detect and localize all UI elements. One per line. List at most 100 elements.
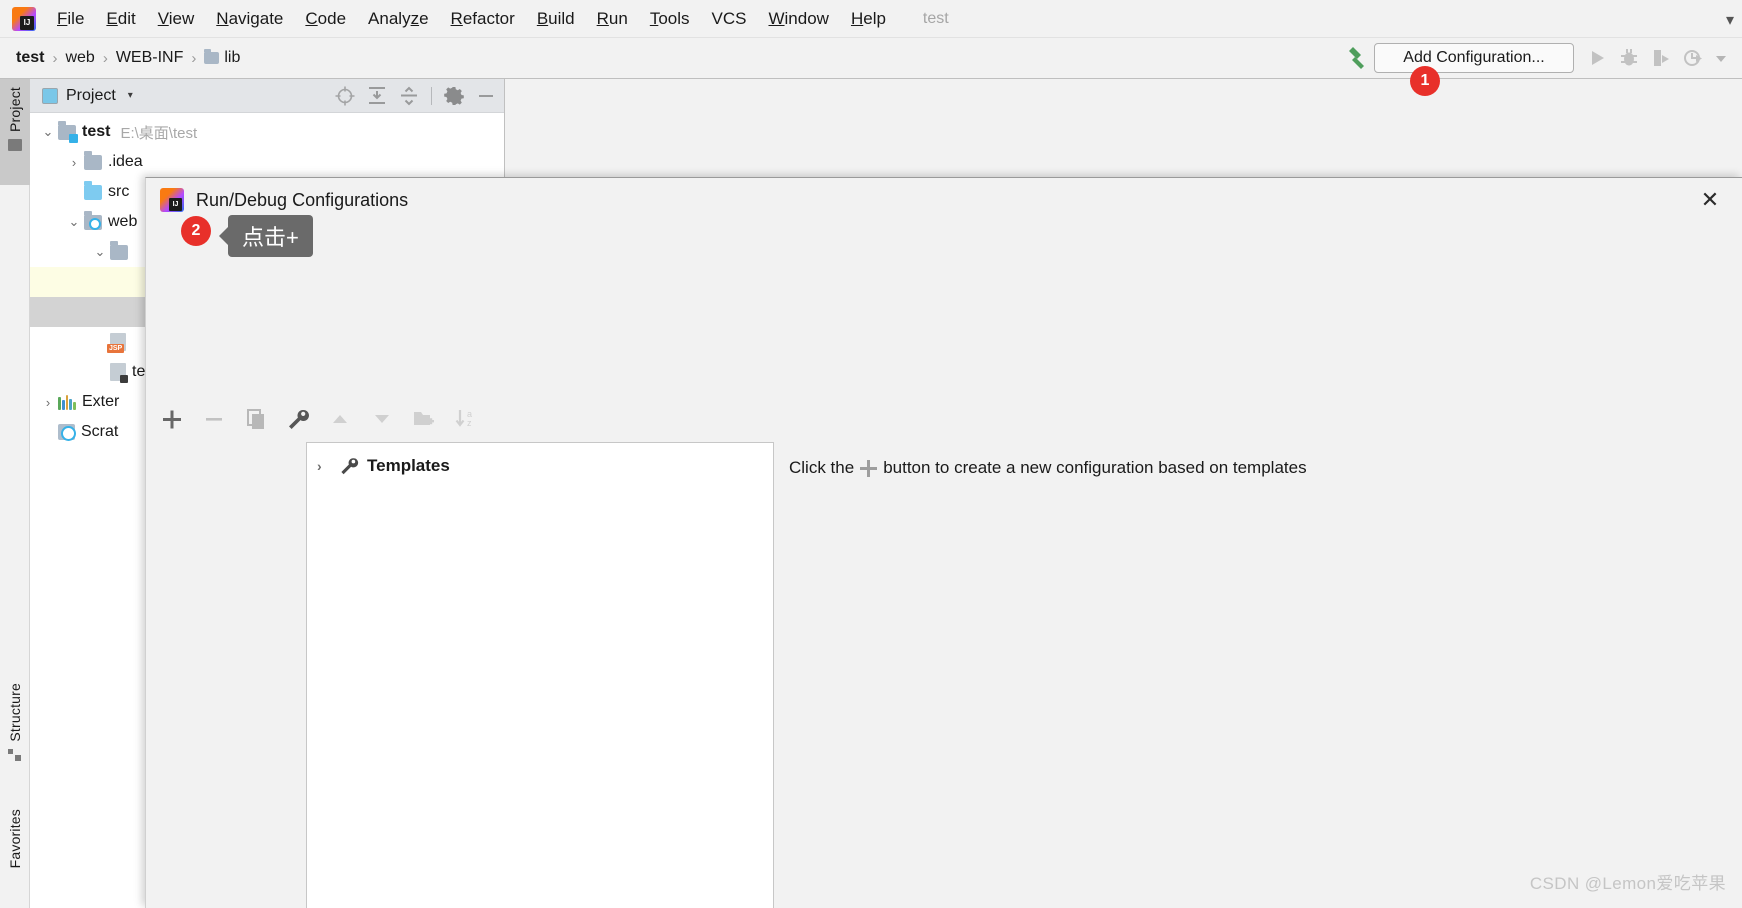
project-icon [8,138,22,151]
web-resource-icon [84,210,102,230]
navigation-bar: test › web › WEB-INF › lib Add Configuration..… [0,38,1742,79]
run-debug-configurations-dialog: Run/Debug Configurations ✕ [145,177,1742,908]
breadcrumb-item-lib[interactable]: lib [204,49,240,67]
tree-row[interactable]: ⌄ test E:\桌面\test [30,117,504,147]
edit-templates-icon[interactable] [286,407,310,431]
menu-item-tools[interactable]: Tools [639,7,701,31]
breadcrumb-separator: › [52,49,58,67]
configuration-details-panel: Click the button to create a new configu… [787,442,1742,908]
settings-gear-icon[interactable] [444,86,464,106]
tool-window-stripe-left: Project Structure Favorites [0,79,30,908]
run-with-coverage-icon[interactable] [1650,47,1672,69]
dialog-toolbar: a z [160,400,478,438]
debug-icon[interactable] [1618,47,1640,69]
configurations-tree-panel: › Templates [306,442,774,908]
tree-row[interactable]: › .idea [30,147,504,177]
remove-configuration-icon[interactable] [202,407,226,431]
project-panel-title[interactable]: Project ▾ [42,87,133,105]
scratches-icon [58,424,76,441]
folder-gray-icon [84,150,102,170]
annotation-badge-2: 2 [181,216,211,246]
toolbar-divider [431,86,432,105]
dialog-title-bar: Run/Debug Configurations ✕ [146,178,1742,222]
sort-alphabetically-icon[interactable]: a z [454,407,478,431]
menu-item-help[interactable]: Help [840,7,897,31]
chevron-down-icon[interactable]: ⌄ [64,214,84,230]
intellij-idea-logo-icon [160,188,184,212]
menu-item-vcs[interactable]: VCS [701,7,758,31]
copy-configuration-icon[interactable] [244,407,268,431]
menu-item-refactor[interactable]: Refactor [440,7,526,31]
select-opened-file-icon[interactable] [335,86,355,106]
hammer-icon[interactable] [1340,45,1370,71]
hint-suffix: button to create a new configuration bas… [883,458,1307,477]
project-view-icon [42,87,58,104]
menu-item-edit[interactable]: Edit [95,7,146,31]
breadcrumb-separator: › [102,49,108,67]
collapse-all-icon[interactable] [399,86,419,106]
folder-icon [204,49,220,64]
chevron-right-icon[interactable]: › [64,155,84,170]
close-icon[interactable]: ✕ [1696,186,1724,214]
tree-row-label: Exter [82,393,120,410]
chevron-right-icon[interactable]: › [317,458,339,474]
sidebar-item-structure[interactable]: Structure [0,679,30,789]
menu-item-window[interactable]: Window [757,7,839,31]
chevron-right-icon[interactable]: › [38,395,58,410]
wrench-icon [339,456,359,476]
window-menu-caret-icon[interactable]: ▾ [1726,10,1734,30]
structure-icon [8,748,22,761]
project-panel-header: Project ▾ [30,79,504,113]
profile-icon[interactable] [1682,47,1704,69]
annotation-badge-1: 1 [1410,66,1440,96]
new-folder-icon[interactable] [412,407,436,431]
breadcrumb-item-web-inf[interactable]: WEB-INF [116,49,184,67]
tree-row-templates[interactable]: › Templates [307,451,773,481]
move-up-icon[interactable] [328,407,352,431]
svg-text:z: z [467,418,472,428]
menu-item-code[interactable]: Code [294,7,357,31]
folder-blue-icon [84,180,102,200]
menu-item-view[interactable]: View [147,7,206,31]
sidebar-item-label: Structure [7,683,23,742]
chevron-down-icon[interactable]: ⌄ [38,124,58,140]
folder-gray-icon [110,240,128,260]
annotation-tooltip: 点击+ [228,215,313,257]
annotation-tooltip-label: 点击+ [242,225,299,250]
dialog-title: Run/Debug Configurations [196,189,409,210]
more-icon[interactable] [1714,47,1728,69]
window-title: test [922,9,949,27]
chevron-down-icon[interactable]: ▾ [128,90,133,101]
chevron-down-icon[interactable]: ⌄ [90,244,110,260]
menu-item-build[interactable]: Build [526,7,586,31]
tree-row-label: Scrat [81,423,119,440]
menu-item-analyze[interactable]: Analyze [357,7,440,31]
menu-items: File Edit View Navigate Code Analyze Refactor B… [46,7,897,31]
hint-prefix: Click the [789,458,855,477]
breadcrumb-label: test [16,49,45,66]
tree-row-label: test [82,123,111,140]
breadcrumb-item-test[interactable]: test [16,49,44,67]
add-configuration-icon[interactable] [160,407,184,431]
project-panel-actions [335,86,496,106]
expand-all-icon[interactable] [367,86,387,106]
navbar-right-actions: Add Configuration... [1340,43,1742,73]
sidebar-item-project[interactable]: Project [0,79,30,185]
intellij-idea-window: FileEditViewNavigateCodeAnalyzeRefactorB… [0,0,1742,908]
breadcrumb-label: web [65,49,95,66]
module-folder-icon [58,120,78,143]
menu-item-run[interactable]: Run [586,7,639,31]
hide-icon[interactable] [476,86,496,106]
sidebar-item-favorites[interactable]: Favorites [0,805,30,908]
add-configuration-button[interactable]: Add Configuration... [1374,43,1574,73]
breadcrumb-item-web[interactable]: web [65,49,94,67]
intellij-idea-logo-icon [12,6,36,31]
menu-item-file[interactable]: File [46,7,95,31]
plus-icon [860,459,878,477]
tree-row-label: web [108,213,138,230]
run-icon[interactable] [1586,47,1608,69]
move-down-icon[interactable] [370,407,394,431]
menu-item-navigate[interactable]: Navigate [205,7,294,31]
sidebar-item-label: Favorites [7,809,23,869]
breadcrumb-separator: › [191,49,197,67]
